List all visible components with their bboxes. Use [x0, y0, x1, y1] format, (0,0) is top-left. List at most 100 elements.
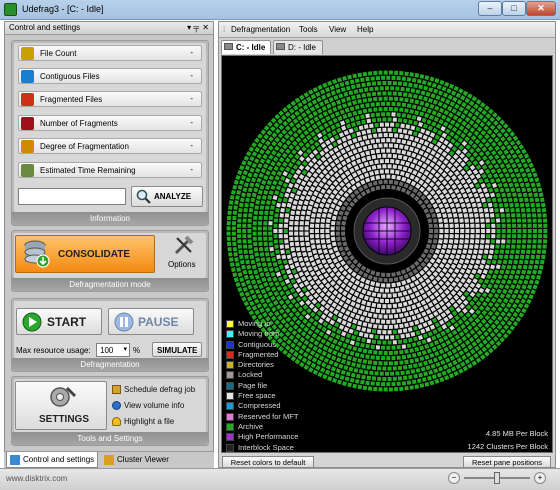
stat-value: -: [190, 71, 193, 80]
clusters-per-block: 1242 Clusters Per Block: [467, 442, 548, 451]
legend-label: Contiguous: [238, 339, 276, 349]
volume-field[interactable]: [18, 188, 126, 205]
legend-label: Reserved for MFT: [238, 411, 299, 421]
max-resource-value: 100: [100, 346, 114, 355]
menu-tools[interactable]: Tools: [299, 25, 318, 34]
stat-value: -: [190, 118, 193, 127]
legend-label: Free space: [238, 391, 276, 401]
legend-swatch: [226, 330, 234, 339]
stat-value: -: [190, 141, 193, 150]
view-volume-label: View volume info: [124, 401, 185, 410]
pause-button[interactable]: PAUSE: [108, 308, 194, 335]
cluster-map-pane: ⁞ Defragmentation Tools View Help C: - I…: [218, 21, 556, 468]
stat-row: Number of Fragments -: [18, 115, 202, 131]
legend-swatch: [226, 422, 234, 431]
cluster-map[interactable]: Moving to Moving from Contiguous Fragmented…: [221, 55, 553, 453]
defragmentation-caption: Defragmentation: [12, 358, 208, 371]
legend-swatch: [226, 402, 234, 411]
volume-tabs: C: - Idle D: - Idle: [219, 38, 555, 54]
tab-volume-c[interactable]: C: - Idle: [221, 40, 271, 54]
bulb-icon: [112, 417, 121, 426]
status-bar: www.disktrix.com − +: [0, 468, 560, 490]
legend-swatch: [226, 340, 234, 349]
stat-label: Degree of Fragmentation: [40, 142, 129, 151]
control-settings-pane: Control and settings ▾ ╤ ✕ File Count - Co…: [4, 21, 214, 468]
legend-label: Fragmented: [238, 349, 279, 359]
simulate-button[interactable]: SIMULATE: [152, 342, 202, 357]
zoom-in-button[interactable]: +: [534, 472, 546, 484]
legend-swatch: [226, 350, 234, 359]
zoom-slider[interactable]: [494, 472, 500, 484]
legend-label: Page file: [238, 380, 268, 390]
schedule-label: Schedule defrag job: [124, 385, 196, 394]
legend-label: Directories: [238, 360, 274, 370]
drive-icon: [224, 43, 233, 50]
analyze-button[interactable]: ANALYZE: [131, 186, 203, 207]
max-resource-select[interactable]: 100 ▾: [96, 343, 130, 357]
highlight-file-label: Highlight a file: [124, 417, 175, 426]
pane-header: Control and settings ▾ ╤ ✕: [5, 22, 213, 35]
tab-control-settings[interactable]: Control and settings: [6, 452, 98, 468]
stat-value: -: [190, 165, 193, 174]
stat-label: Number of Fragments: [40, 119, 118, 128]
reset-pane-button[interactable]: Reset pane positions: [463, 456, 551, 468]
pane-close-icon[interactable]: ✕: [202, 22, 209, 34]
fragments-icon: [21, 117, 34, 130]
options-button[interactable]: Options: [164, 234, 204, 276]
legend-label: Archive: [238, 421, 264, 431]
menu-view[interactable]: View: [329, 25, 346, 34]
stat-value: -: [190, 48, 193, 57]
calendar-icon: [112, 385, 121, 394]
menu-defragmentation[interactable]: Defragmentation: [231, 25, 290, 34]
legend-swatch: [226, 371, 234, 380]
settings-label: SETTINGS: [39, 414, 90, 425]
stat-label: Fragmented Files: [40, 95, 103, 104]
consolidate-label: CONSOLIDATE: [58, 249, 131, 260]
legend-swatch: [226, 433, 234, 442]
status-url: www.disktrix.com: [6, 474, 68, 483]
close-button[interactable]: ✕: [526, 1, 556, 16]
pause-label: PAUSE: [138, 315, 179, 329]
file-count-icon: [21, 47, 34, 60]
stat-row: File Count -: [18, 45, 202, 61]
legend-swatch: [226, 443, 234, 452]
app-icon: [4, 3, 17, 16]
reset-colors-button[interactable]: Reset colors to default: [222, 456, 314, 468]
maximize-button[interactable]: □: [502, 1, 526, 16]
information-caption: Information: [12, 212, 208, 225]
defrag-mode-caption: Defragmentation mode: [12, 278, 208, 291]
legend-label: Moving to: [238, 319, 271, 328]
tab-volume-d[interactable]: D: - Idle: [273, 40, 323, 54]
legend-swatch: [226, 381, 234, 390]
cluster-tab-icon: [104, 455, 114, 465]
legend-label: High Performance: [238, 432, 299, 442]
minimize-button[interactable]: –: [478, 1, 502, 16]
tab-cluster-viewer[interactable]: Cluster Viewer: [101, 452, 181, 468]
play-icon: [22, 312, 42, 332]
analyze-label: ANALYZE: [154, 192, 192, 201]
legend-swatch: [226, 392, 234, 401]
contiguous-files-icon: [21, 70, 34, 83]
menu-help[interactable]: Help: [357, 25, 373, 34]
options-label: Options: [168, 260, 196, 269]
settings-tools-icon: [50, 386, 77, 407]
clock-icon: [21, 164, 34, 177]
magnifier-icon: [136, 189, 151, 204]
stat-label: File Count: [40, 49, 77, 58]
stat-value: -: [190, 94, 193, 103]
consolidate-button[interactable]: CONSOLIDATE: [15, 235, 155, 273]
start-button[interactable]: START: [16, 308, 102, 335]
max-resource-label: Max resource usage:: [16, 346, 91, 355]
zoom-out-button[interactable]: −: [448, 472, 460, 484]
control-tab-icon: [10, 455, 20, 465]
title-bar: Udefrag3 - [C: - Idle] – □ ✕: [0, 0, 560, 20]
stat-label: Estimated Time Remaining: [40, 166, 136, 175]
legend-swatch: [226, 320, 234, 328]
stat-row: Fragmented Files -: [18, 91, 202, 107]
tab-control-label: Control and settings: [23, 455, 95, 464]
settings-button[interactable]: SETTINGS: [15, 381, 107, 430]
legend-swatch: [226, 361, 234, 370]
pin-icon[interactable]: ▾ ╤: [187, 22, 199, 34]
legend-label: Locked: [238, 370, 263, 380]
info-icon: [112, 401, 121, 410]
